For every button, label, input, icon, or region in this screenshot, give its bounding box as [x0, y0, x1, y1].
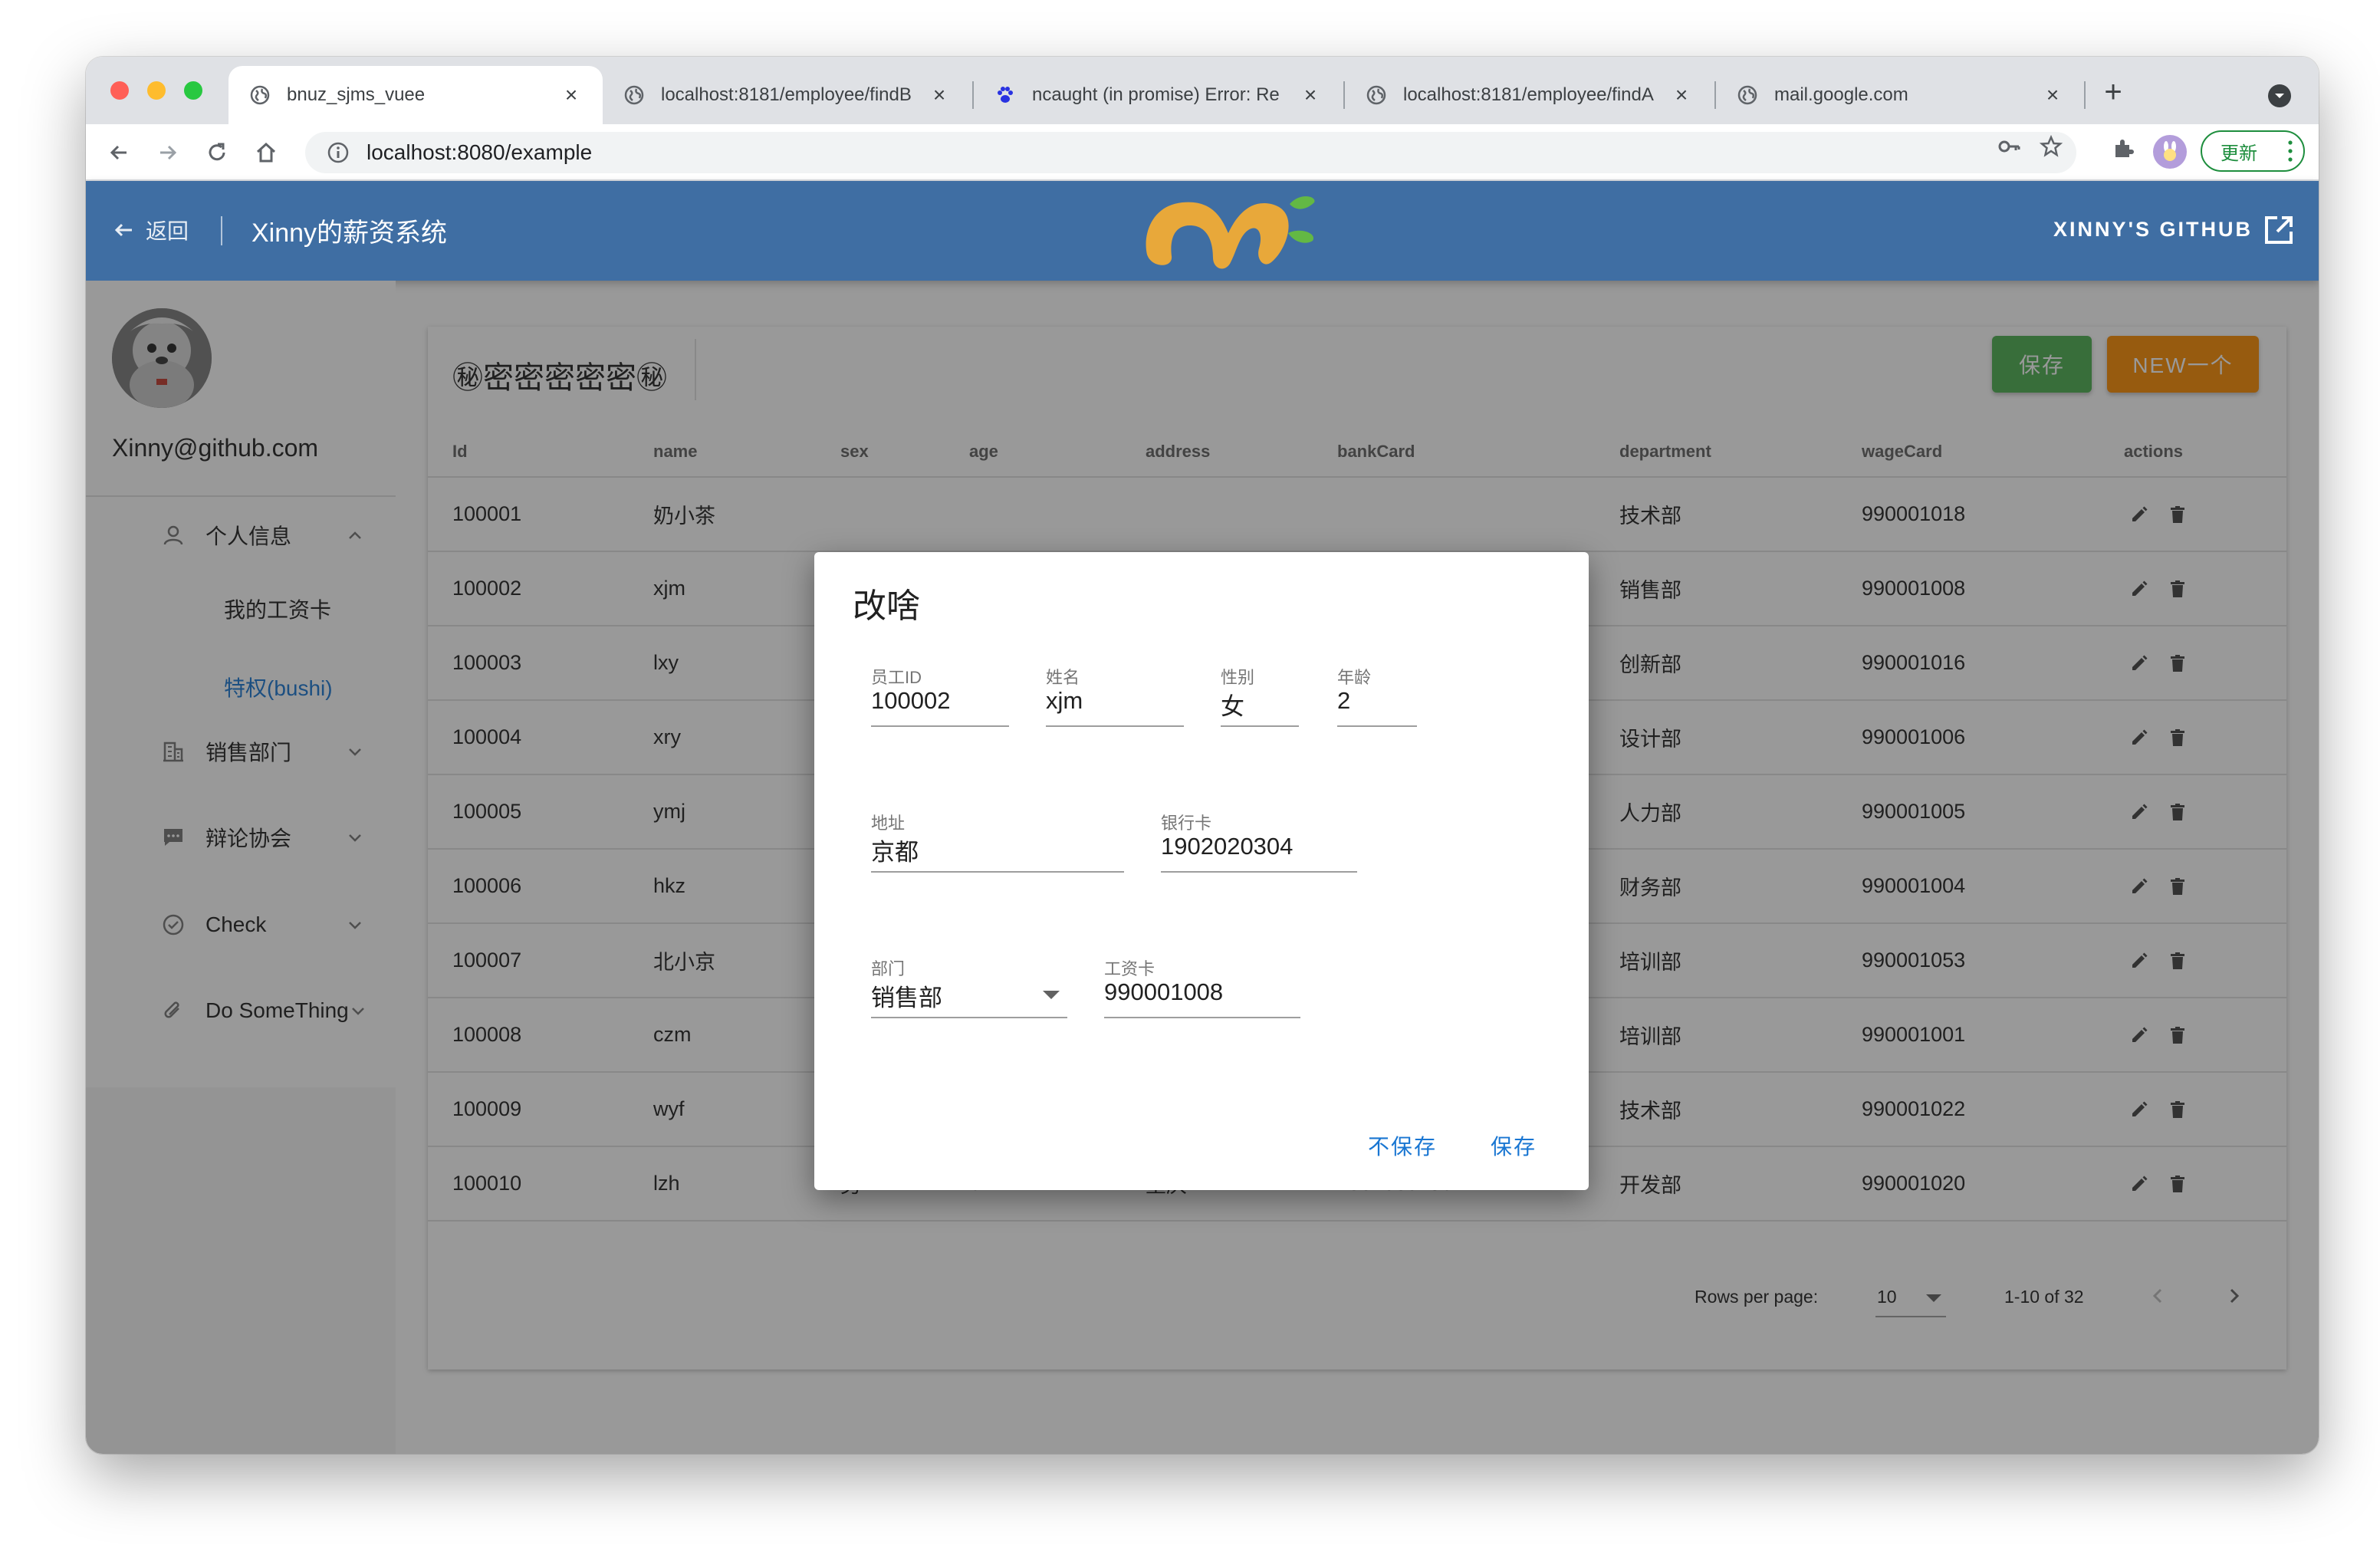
new-tab-button[interactable]: +	[2095, 75, 2132, 112]
paw-icon	[994, 84, 1017, 107]
tab-search-button[interactable]	[2268, 84, 2291, 107]
back-button[interactable]	[101, 135, 136, 170]
reload-icon	[209, 143, 225, 161]
app-logo	[1146, 196, 1315, 269]
tab-bnuz[interactable]: bnuz_sjms_vuee ×	[228, 66, 603, 124]
wage-card-field[interactable]: 工资卡 990001008	[1104, 955, 1300, 1018]
field-label: 银行卡	[1161, 814, 1212, 833]
app-title: Xinny的薪资系统	[251, 219, 448, 248]
tab-strip: bnuz_sjms_vuee × localhost:8181/employee…	[86, 57, 2319, 124]
zoom-window-button[interactable]	[184, 81, 202, 100]
dialog-save-button[interactable]: 保存	[1491, 1130, 1537, 1161]
field-label: 性别	[1221, 668, 1255, 687]
tab-employee-find-b[interactable]: localhost:8181/employee/findB ×	[603, 66, 971, 124]
update-button[interactable]: 更新	[2201, 130, 2305, 172]
app-bar: 返回 Xinny的薪资系统 XINNY'S GITHUB	[86, 181, 2319, 281]
bank-card-field[interactable]: 银行卡 1902020304	[1161, 810, 1357, 873]
github-link[interactable]: XINNY'S GITHUB	[2053, 218, 2253, 242]
tab-employee-find-a[interactable]: localhost:8181/employee/findA ×	[1345, 66, 1713, 124]
field-label: 姓名	[1046, 668, 1080, 687]
globe-icon	[1365, 84, 1388, 107]
employee-id-field[interactable]: 员工ID 100002	[871, 664, 1009, 727]
dropdown-arrow-icon	[1043, 991, 1060, 999]
name-field[interactable]: 姓名 xjm	[1046, 664, 1184, 727]
tab-error[interactable]: ncaught (in promise) Error: Re ×	[974, 66, 1342, 124]
tab-title: ncaught (in promise) Error: Re	[1032, 84, 1280, 105]
update-label: 更新	[2221, 143, 2257, 164]
department-select[interactable]: 部门 销售部	[871, 955, 1067, 1018]
arrow-left-icon	[114, 223, 132, 237]
edit-employee-dialog: 改啥 员工ID 100002 姓名 xjm 性别 女 年龄 2 地址 京都 银行…	[814, 552, 1589, 1190]
field-value: xjm	[1046, 687, 1083, 714]
globe-icon	[1736, 84, 1759, 107]
field-label: 年龄	[1337, 668, 1372, 687]
open-in-new-icon[interactable]	[2262, 213, 2296, 247]
close-tab-icon[interactable]: ×	[560, 83, 583, 107]
back-link[interactable]: 返回	[112, 215, 189, 245]
key-icon[interactable]	[1997, 133, 2023, 159]
tab-separator	[2084, 81, 2086, 109]
home-button[interactable]	[248, 135, 284, 170]
field-label: 地址	[871, 814, 906, 833]
info-icon[interactable]	[325, 140, 351, 166]
field-value: 100002	[871, 687, 951, 714]
sex-field[interactable]: 性别 女	[1221, 664, 1299, 727]
reload-button[interactable]	[199, 135, 235, 170]
more-vert-icon	[2288, 140, 2293, 162]
close-window-button[interactable]	[110, 81, 129, 100]
browser-toolbar: localhost:8080/example 更新	[86, 124, 2319, 181]
minimize-window-button[interactable]	[147, 81, 166, 100]
field-value: 京都	[871, 839, 919, 866]
tab-title: localhost:8181/employee/findA	[1403, 84, 1654, 105]
arrow-left-icon	[110, 145, 127, 160]
address-bar[interactable]: localhost:8080/example	[305, 132, 2076, 173]
field-value: 女	[1221, 693, 1244, 720]
dialog-title: 改啥	[853, 587, 920, 625]
globe-icon	[623, 84, 646, 107]
tab-title: localhost:8181/employee/findB	[661, 84, 912, 105]
field-value: 销售部	[871, 985, 942, 1011]
appbar-divider	[221, 216, 222, 245]
url-text: localhost:8080/example	[367, 140, 593, 164]
field-label: 员工ID	[871, 668, 922, 687]
field-label: 工资卡	[1104, 959, 1155, 978]
field-value: 1902020304	[1161, 833, 1294, 860]
age-field[interactable]: 年龄 2	[1337, 664, 1417, 727]
home-icon	[256, 142, 276, 163]
cancel-button[interactable]: 不保存	[1368, 1130, 1437, 1161]
arrow-right-icon	[160, 145, 177, 160]
field-label: 部门	[871, 959, 906, 978]
profile-avatar[interactable]	[2153, 135, 2187, 169]
address-field[interactable]: 地址 京都	[871, 810, 1124, 873]
field-value: 2	[1337, 687, 1351, 714]
chevron-down-icon	[2275, 94, 2284, 98]
globe-icon	[248, 84, 271, 107]
field-value: 990001008	[1104, 978, 1224, 1005]
forward-button[interactable]	[150, 135, 186, 170]
close-tab-icon[interactable]: ×	[2041, 83, 2064, 107]
browser-window: bnuz_sjms_vuee × localhost:8181/employee…	[86, 57, 2319, 1454]
close-tab-icon[interactable]: ×	[928, 83, 951, 107]
page: 返回 Xinny的薪资系统 XINNY'S GITHUB Xinny@githu…	[86, 181, 2319, 1454]
close-tab-icon[interactable]: ×	[1299, 83, 1322, 107]
bunny-icon	[2164, 141, 2176, 161]
tab-title: mail.google.com	[1774, 84, 1908, 105]
tab-title: bnuz_sjms_vuee	[287, 84, 426, 105]
extensions-icon[interactable]	[2110, 135, 2136, 161]
back-label: 返回	[146, 219, 189, 243]
tab-gmail[interactable]: mail.google.com ×	[1716, 66, 2084, 124]
close-tab-icon[interactable]: ×	[1670, 83, 1693, 107]
bookmark-star-icon[interactable]	[2038, 133, 2064, 159]
